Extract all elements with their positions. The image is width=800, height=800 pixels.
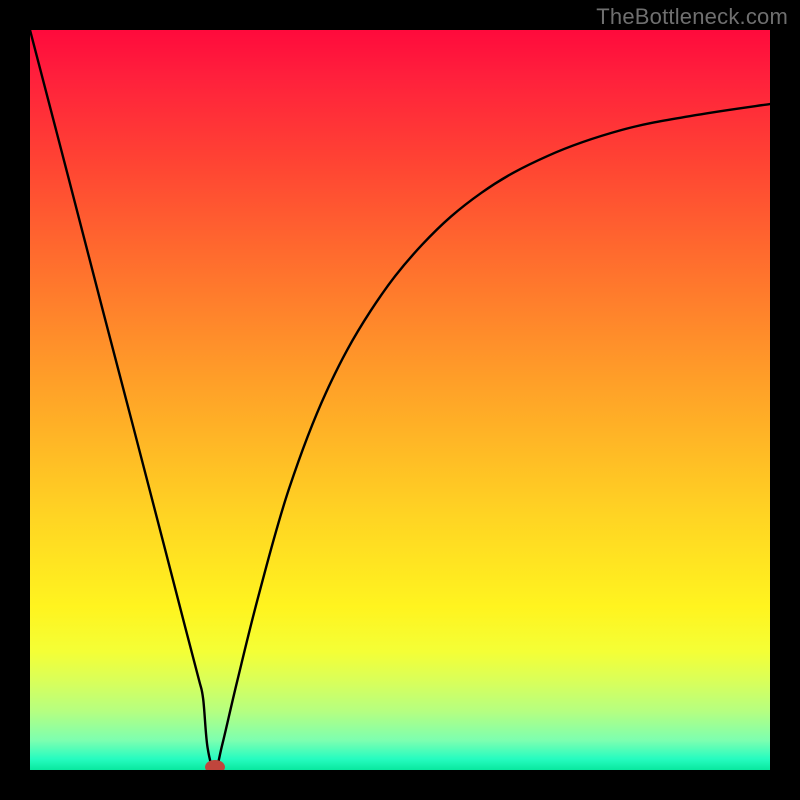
curve-line bbox=[30, 30, 770, 770]
plot-area bbox=[30, 30, 770, 770]
watermark-text: TheBottleneck.com bbox=[596, 4, 788, 30]
min-marker bbox=[205, 760, 225, 770]
chart-svg bbox=[30, 30, 770, 770]
